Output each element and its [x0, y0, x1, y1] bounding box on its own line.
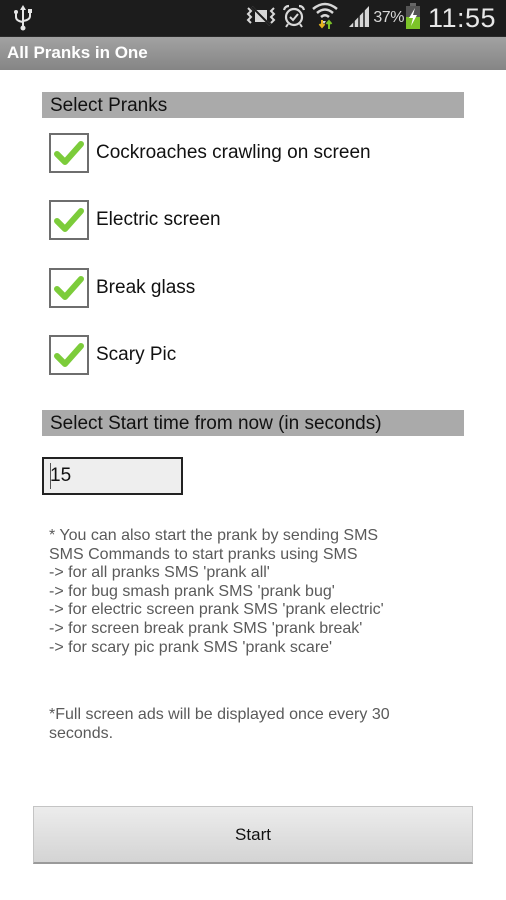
start-time-input[interactable] [42, 457, 183, 495]
silent-mode-icon [246, 5, 276, 32]
info-line: -> for screen break prank SMS 'prank bre… [49, 619, 363, 637]
prank-label: Electric screen [96, 209, 221, 230]
action-bar: All Pranks in One [0, 36, 506, 70]
prank-label: Cockroaches crawling on screen [96, 142, 371, 163]
prank-checkbox-electric-screen[interactable]: Electric screen [49, 199, 221, 241]
info-line: -> for all pranks SMS 'prank all' [49, 564, 270, 582]
info-line: -> for scary pic prank SMS 'prank scare' [49, 638, 333, 656]
status-bar: 37% 11:55 [0, 0, 506, 36]
usb-icon [12, 5, 34, 31]
checkbox[interactable] [49, 133, 89, 173]
sms-instructions: * You can also start the prank by sendin… [49, 527, 469, 657]
info-line: * You can also start the prank by sendin… [49, 527, 379, 544]
prank-checkbox-break-glass[interactable]: Break glass [49, 267, 195, 309]
prank-label: Break glass [96, 277, 196, 298]
start-button[interactable]: Start [33, 806, 473, 864]
prank-checkbox-scary-pic[interactable]: Scary Pic [49, 334, 176, 376]
prank-checkbox-cockroaches[interactable]: Cockroaches crawling on screen [49, 132, 371, 174]
checkmark-icon [54, 276, 84, 300]
checkmark-icon [54, 343, 84, 367]
start-time-header: Select Start time from now (in seconds) [42, 410, 464, 436]
ads-note: *Full screen ads will be displayed once … [49, 706, 390, 742]
alarm-icon [282, 4, 306, 33]
text-cursor [50, 463, 51, 489]
checkmark-icon [54, 141, 84, 165]
info-line: -> for electric screen prank SMS 'prank … [49, 601, 384, 619]
checkbox[interactable] [49, 335, 89, 375]
battery-percent: 37% [373, 9, 404, 26]
app-title: All Pranks in One [7, 43, 148, 62]
checkmark-icon [54, 208, 84, 232]
signal-icon [348, 4, 370, 33]
clock-time: 11:55 [427, 2, 496, 33]
wifi-icon [312, 2, 339, 35]
checkbox[interactable] [49, 200, 89, 240]
info-line: -> for bug smash prank SMS 'prank bug' [49, 582, 335, 600]
battery-charging-icon [405, 2, 420, 34]
select-pranks-header: Select Pranks [42, 92, 464, 118]
prank-label: Scary Pic [96, 344, 177, 365]
checkbox[interactable] [49, 268, 89, 308]
info-line: SMS Commands to start pranks using SMS [49, 545, 358, 563]
